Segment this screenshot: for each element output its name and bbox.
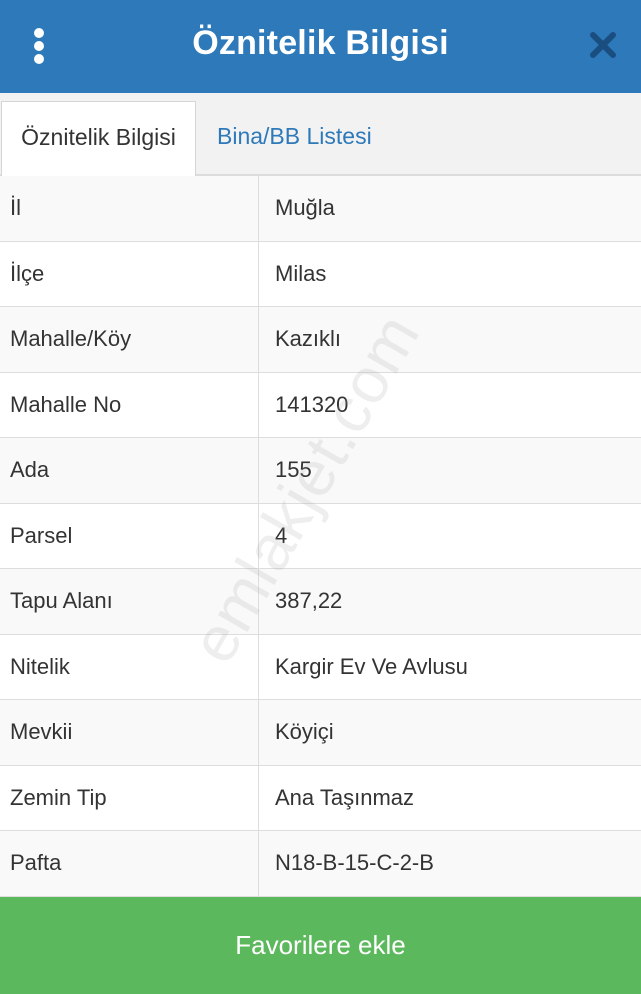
table-row: Ada 155 [0, 438, 641, 504]
attribute-value: Muğla [275, 195, 335, 221]
attribute-key: Mahalle/Köy [0, 307, 259, 372]
table-row: Mahalle No 141320 [0, 372, 641, 438]
table-row: Parsel 4 [0, 503, 641, 569]
attribute-value: Kazıklı [275, 326, 342, 352]
close-icon[interactable] [588, 30, 618, 60]
attribute-key: Ada [0, 438, 259, 503]
add-to-favorites-button[interactable]: Favorilere ekle [0, 897, 641, 994]
app-header: Öznitelik Bilgisi [0, 0, 641, 93]
table-row: Tapu Alanı 387,22 [0, 569, 641, 635]
table-row: Mahalle/Köy Kazıklı [0, 307, 641, 373]
attribute-value: Ana Taşınmaz [275, 784, 415, 810]
table-row: İlçe Milas [0, 241, 641, 307]
attribute-value: 387,22 [275, 588, 343, 614]
tab-building-list[interactable]: Bina/BB Listesi [217, 101, 372, 177]
attribute-value: 4 [275, 522, 288, 548]
attribute-value: N18-B-15-C-2-B [275, 850, 434, 876]
table-row: İl Muğla [0, 176, 641, 242]
attribute-key: Parsel [0, 503, 259, 568]
attribute-value: Köyiçi [275, 719, 334, 745]
table-row: Mevkii Köyiçi [0, 700, 641, 766]
attribute-value: 141320 [275, 391, 349, 417]
tab-attribute-info[interactable]: Öznitelik Bilgisi [1, 101, 196, 177]
attribute-key: İl [0, 176, 259, 241]
table-row: Zemin Tip Ana Taşınmaz [0, 765, 641, 831]
attribute-key: Zemin Tip [0, 765, 259, 830]
attribute-key: Pafta [0, 831, 259, 896]
tab-bar: Öznitelik Bilgisi Bina/BB Listesi [0, 93, 641, 177]
attribute-key: İlçe [0, 241, 259, 306]
attribute-key: Tapu Alanı [0, 569, 259, 634]
table-row: Nitelik Kargir Ev Ve Avlusu [0, 634, 641, 700]
attribute-value: Kargir Ev Ve Avlusu [275, 653, 468, 679]
attribute-value: 155 [275, 457, 312, 483]
attribute-key: Mahalle No [0, 372, 259, 437]
table-row: Pafta N18-B-15-C-2-B [0, 831, 641, 897]
attribute-info-screen: Öznitelik Bilgisi Öznitelik Bilgisi Bina… [0, 0, 641, 994]
attribute-key: Nitelik [0, 634, 259, 699]
attribute-value: Milas [275, 260, 327, 286]
page-title: Öznitelik Bilgisi [192, 24, 449, 62]
attribute-key: Mevkii [0, 700, 259, 765]
attribute-table: İl Muğla İlçe Milas Mahalle/Köy Kazıklı … [0, 176, 641, 897]
